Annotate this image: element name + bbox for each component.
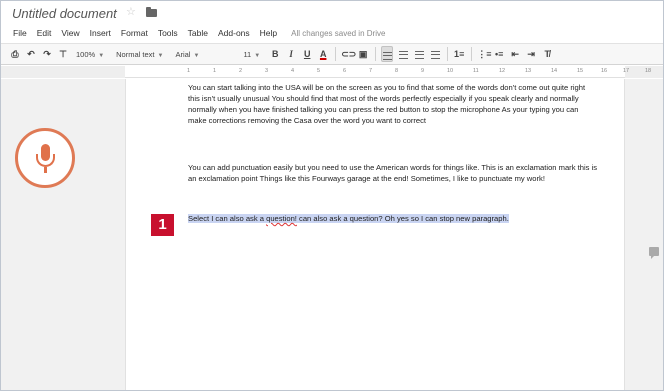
font-size-select[interactable]: 11 ▼ (240, 50, 263, 59)
misspelled-word[interactable]: question! (266, 214, 297, 223)
redo-icon[interactable]: ↷ (41, 46, 53, 62)
step-badge: 1 (151, 214, 174, 236)
increase-indent-icon[interactable]: ⇥ (525, 46, 537, 62)
decrease-indent-icon[interactable]: ⇤ (509, 46, 521, 62)
ruler-number: 8 (395, 68, 399, 74)
ruler-number: 5 (317, 68, 321, 74)
align-justify-icon (430, 50, 440, 59)
selected-text: can also ask a question? Oh yes so I can… (296, 214, 509, 223)
toolbar: ⎙ ↶ ↷ ⊤ 100% ▼ Normal text ▼ Arial ▼ 11 ▼ B … (1, 43, 663, 65)
paragraph-3-selected[interactable]: Select I can also ask a question! can al… (188, 213, 598, 224)
align-right-button[interactable] (413, 46, 425, 62)
menu-help[interactable]: Help (260, 28, 277, 38)
ruler-margin-left (1, 66, 125, 78)
ruler-number: 11 (473, 68, 479, 74)
bold-button[interactable]: B (269, 46, 281, 62)
ruler-number: 17 (623, 68, 630, 74)
ruler-number: 7 (369, 68, 373, 74)
bulleted-list-icon[interactable]: •≡ (493, 46, 505, 62)
ruler-number: 18 (645, 68, 652, 74)
ruler-number: 9 (421, 68, 425, 74)
font-size-value: 11 (243, 49, 252, 59)
ruler-number: 15 (577, 68, 584, 74)
align-justify-button[interactable] (429, 46, 441, 62)
align-center-icon (398, 50, 408, 59)
microphone-icon[interactable] (15, 128, 75, 188)
style-value: Normal text (116, 49, 155, 59)
menu-file[interactable]: File (13, 28, 27, 38)
image-icon[interactable]: ▣ (357, 46, 369, 62)
mic-stem (44, 167, 47, 173)
menu-bar: File Edit View Insert Format Tools Table… (1, 25, 663, 41)
line-spacing-icon: 1 (454, 49, 460, 59)
paint-format-icon[interactable]: ⊤ (57, 46, 69, 62)
document-title[interactable]: Untitled document (12, 6, 117, 21)
text-color-button[interactable]: A (317, 46, 329, 62)
numbered-list-icon[interactable]: ⋮≡ (477, 46, 491, 62)
paragraph-2[interactable]: You can add punctuation easily but you n… (188, 162, 598, 184)
style-select[interactable]: Normal text ▼ (113, 50, 166, 59)
ruler-number: 10 (447, 68, 454, 74)
ruler-number: 1 (187, 68, 191, 74)
ruler-number: 16 (601, 68, 608, 74)
star-icon[interactable]: ☆ (126, 7, 137, 18)
toolbar-divider (335, 47, 337, 61)
ruler-number: 14 (551, 68, 558, 74)
ruler-number: 12 (499, 68, 506, 74)
document-canvas: You can start talking into the USA will … (1, 79, 663, 390)
underline-button[interactable]: U (301, 46, 313, 62)
menu-tools[interactable]: Tools (158, 28, 178, 38)
chevron-down-icon: ▼ (254, 52, 261, 59)
align-right-icon (414, 50, 424, 59)
title-bar: Untitled document ☆ (1, 1, 663, 25)
font-select[interactable]: Arial ▼ (172, 50, 234, 59)
undo-icon[interactable]: ↶ (25, 46, 37, 62)
selected-text: Select I can also ask a (188, 214, 267, 223)
ruler-number: 2 (239, 68, 243, 74)
chevron-down-icon: ▼ (193, 52, 200, 59)
add-comment-icon[interactable] (649, 247, 659, 259)
toolbar-divider (375, 47, 377, 61)
menu-format[interactable]: Format (121, 28, 148, 38)
ruler-number: 13 (525, 68, 532, 74)
align-left-button[interactable] (381, 46, 394, 62)
toolbar-divider (447, 47, 449, 61)
paragraph-1[interactable]: You can start talking into the USA will … (188, 82, 598, 126)
print-icon[interactable]: ⎙ (9, 46, 21, 62)
document-page[interactable]: You can start talking into the USA will … (125, 79, 625, 390)
ruler-number: 6 (343, 68, 347, 74)
clear-formatting-icon[interactable]: T̸ (541, 46, 553, 62)
menu-view[interactable]: View (61, 28, 79, 38)
docs-window: Untitled document ☆ File Edit View Inser… (0, 0, 664, 391)
toolbar-divider (471, 47, 473, 61)
chevron-down-icon: ▼ (98, 52, 105, 59)
zoom-value: 100% (76, 49, 96, 59)
ruler[interactable]: 1 1 2 3 4 5 6 7 8 9 10 11 12 13 14 15 16… (1, 66, 663, 78)
mic-cup (36, 154, 55, 167)
folder-icon[interactable] (146, 7, 157, 17)
italic-button[interactable]: I (285, 46, 297, 62)
menu-addons[interactable]: Add-ons (218, 28, 250, 38)
ruler-number: 4 (291, 68, 295, 74)
menu-table[interactable]: Table (188, 28, 208, 38)
align-left-icon (382, 51, 392, 60)
menu-edit[interactable]: Edit (37, 28, 52, 38)
font-value: Arial (175, 49, 191, 59)
line-spacing-button[interactable]: 1≡ (453, 46, 465, 62)
chevron-down-icon: ▼ (157, 52, 164, 59)
menu-insert[interactable]: Insert (90, 28, 111, 38)
zoom-select[interactable]: 100% ▼ (73, 50, 107, 59)
align-center-button[interactable] (397, 46, 409, 62)
save-status[interactable]: All changes saved in Drive (291, 29, 385, 38)
ruler-number: 1 (213, 68, 217, 74)
link-icon[interactable]: ⊂⊃ (341, 46, 356, 62)
ruler-number: 3 (265, 68, 269, 74)
